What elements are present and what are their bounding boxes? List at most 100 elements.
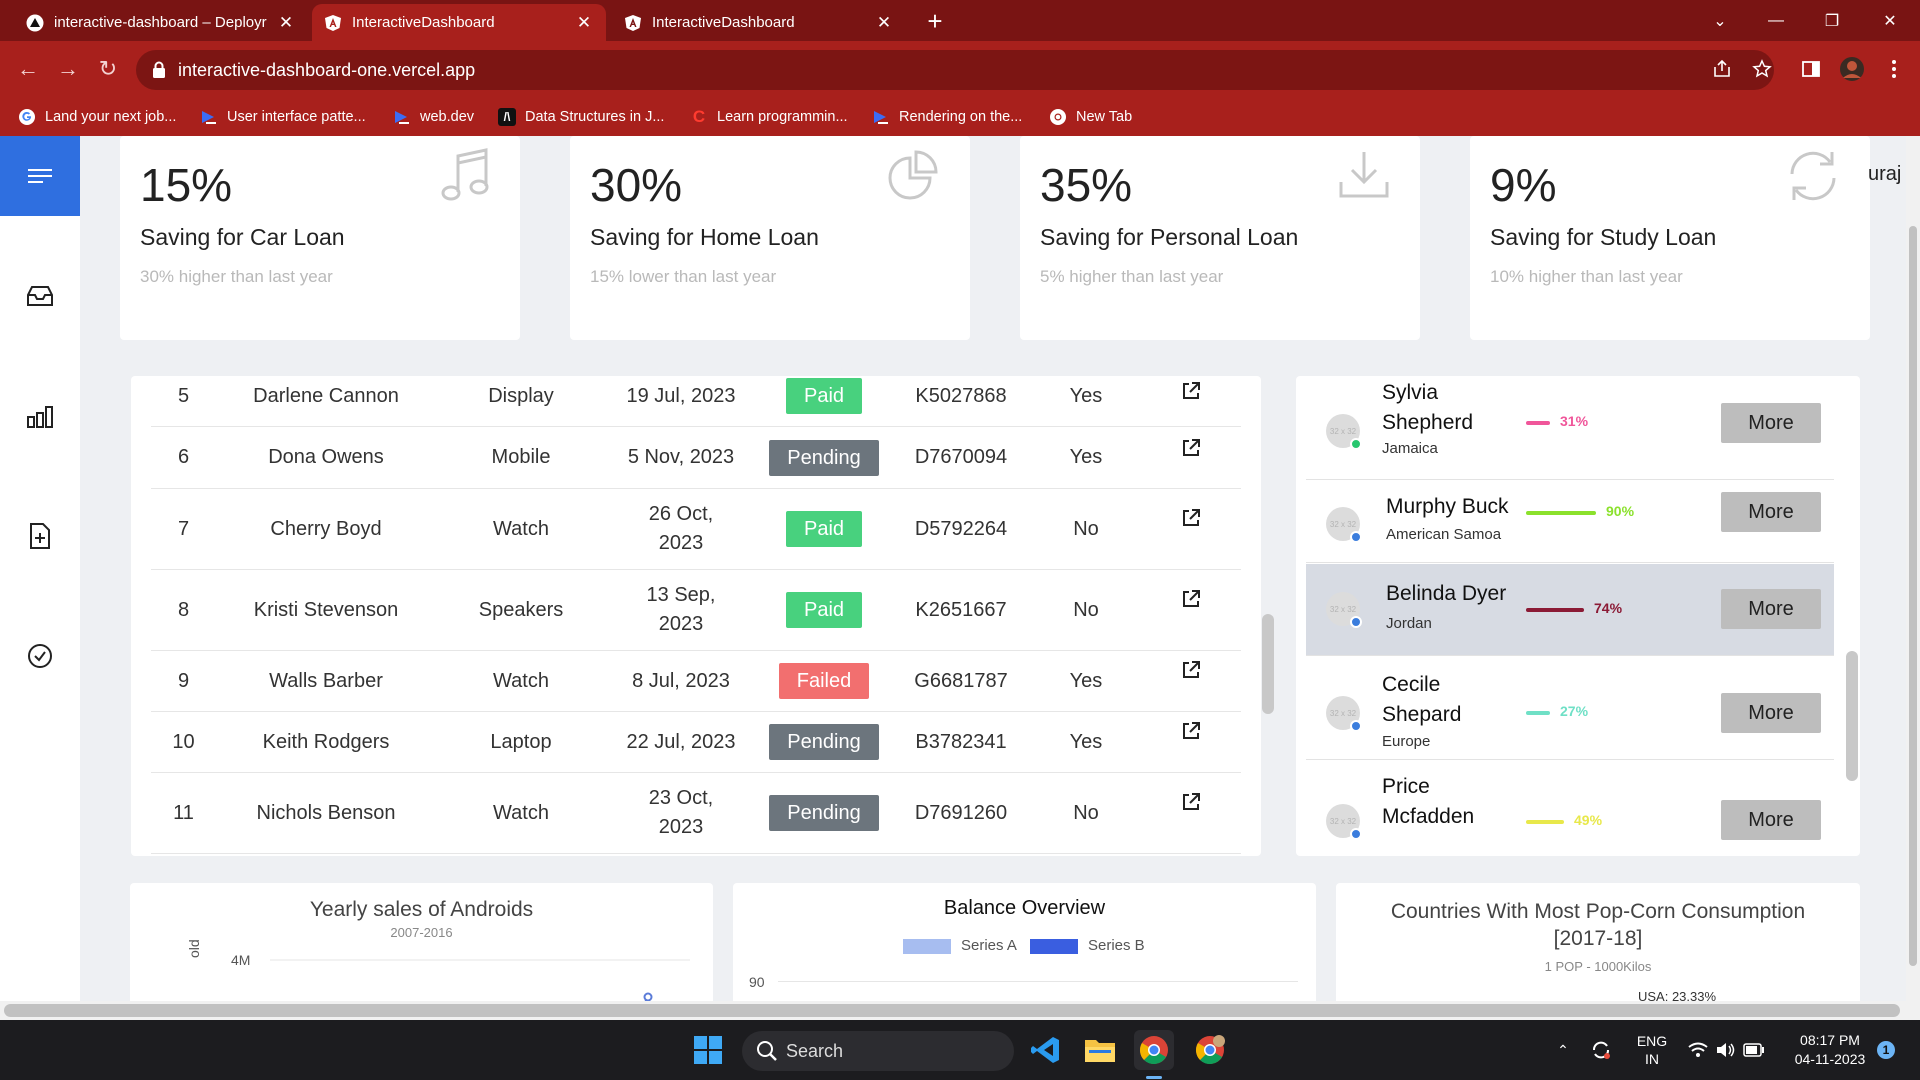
list-item[interactable]: 32 x 32 Cecile Shepard Europe 27% More xyxy=(1306,656,1834,760)
address-bar[interactable]: interactive-dashboard-one.vercel.app xyxy=(136,50,1774,90)
chevron-up-icon[interactable]: ⌃ xyxy=(1551,1020,1575,1080)
bookmark-item[interactable]: web.dev xyxy=(393,106,474,128)
language-indicator[interactable]: ENG IN xyxy=(1627,1020,1677,1080)
gridline xyxy=(778,981,1298,982)
progress-bar xyxy=(1526,608,1584,612)
share-icon[interactable] xyxy=(1708,55,1736,83)
wifi-icon[interactable] xyxy=(1686,1020,1710,1080)
volume-icon[interactable] xyxy=(1714,1020,1738,1080)
sales-line-plot xyxy=(270,959,690,1020)
list-scrollbar[interactable] xyxy=(1846,651,1858,781)
list-item[interactable]: 32 x 32 Murphy Buck American Samoa 90% M… xyxy=(1306,480,1834,563)
more-button[interactable]: More xyxy=(1721,800,1821,840)
bookmark-item[interactable]: New Tab xyxy=(1049,106,1132,128)
more-button[interactable]: More xyxy=(1721,589,1821,629)
bookmark-item[interactable]: Rendering on the... xyxy=(872,106,1022,128)
stat-percent: 9% xyxy=(1490,159,1557,211)
external-link-icon[interactable] xyxy=(1171,712,1211,772)
progress-percent: 90% xyxy=(1606,503,1635,519)
google-icon xyxy=(18,108,36,126)
notification-badge[interactable]: 1 xyxy=(1875,1020,1897,1080)
browser-tab[interactable]: InteractiveDashboard ✕ xyxy=(612,4,906,41)
kebab-menu-icon[interactable] xyxy=(1880,55,1908,83)
menu-toggle-button[interactable] xyxy=(0,136,80,216)
bookmark-item[interactable]: C Learn programmin... xyxy=(690,106,848,128)
more-button[interactable]: More xyxy=(1721,492,1821,532)
person-name: Murphy Buck xyxy=(1386,495,1509,518)
page-scrollbar[interactable] xyxy=(1906,136,1920,1020)
table-row[interactable]: 8 Kristi Stevenson Speakers 13 Sep, 2023… xyxy=(151,570,1241,651)
table-row[interactable]: 11 Nichols Benson Watch 23 Oct, 2023 Pen… xyxy=(151,773,1241,854)
taskbar-search[interactable]: Search xyxy=(742,1031,1014,1071)
stat-percent: 30% xyxy=(590,159,683,211)
tab-search-button[interactable]: ⌄ xyxy=(1692,0,1748,41)
external-link-icon[interactable] xyxy=(1171,773,1211,853)
sync-icon[interactable] xyxy=(1587,1020,1615,1080)
stat-subtitle: 10% higher than last year xyxy=(1490,267,1683,286)
stat-card: 9% Saving for Study Loan 10% higher than… xyxy=(1470,136,1870,340)
add-file-icon[interactable] xyxy=(22,518,58,554)
external-link-icon[interactable] xyxy=(1171,570,1211,650)
table-row[interactable]: 9 Walls Barber Watch 8 Jul, 2023 Failed … xyxy=(151,651,1241,712)
close-icon[interactable]: ✕ xyxy=(574,13,594,33)
browser-tab[interactable]: interactive-dashboard – Deployr ✕ xyxy=(14,4,308,41)
url-text: interactive-dashboard-one.vercel.app xyxy=(178,59,476,80)
avatar: 32 x 32 xyxy=(1326,804,1362,840)
status-badge: Paid xyxy=(785,511,863,547)
forward-button[interactable]: → xyxy=(52,53,84,85)
windows-taskbar: Search ⌃ ENG IN 08:17 PM 04-11-2023 1 xyxy=(0,1020,1920,1080)
stat-title: Saving for Car Loan xyxy=(140,224,345,250)
bar-chart-icon[interactable] xyxy=(22,398,58,434)
stat-subtitle: 5% higher than last year xyxy=(1040,267,1224,286)
status-badge: Pending xyxy=(769,724,879,760)
list-item-selected[interactable]: 32 x 32 Belinda Dyer Jordan 74% More xyxy=(1306,564,1834,656)
vscode-icon[interactable] xyxy=(1026,1030,1066,1070)
user-name[interactable]: uraj xyxy=(1868,163,1901,186)
avatar: 32 x 32 xyxy=(1326,592,1362,628)
external-link-icon[interactable] xyxy=(1171,427,1211,488)
stat-percent: 15% xyxy=(140,159,233,211)
new-tab-button[interactable]: + xyxy=(920,6,950,37)
close-icon[interactable]: ✕ xyxy=(874,13,894,33)
table-scrollbar[interactable] xyxy=(1262,614,1274,714)
bookmark-item[interactable]: /\ Data Structures in J... xyxy=(498,106,664,128)
chrome-profile-taskbar-icon[interactable] xyxy=(1190,1030,1230,1070)
list-item[interactable]: 32 x 32 Price Mcfadden 49% More xyxy=(1306,760,1834,856)
external-link-icon[interactable] xyxy=(1171,489,1211,569)
table-row[interactable]: 10 Keith Rodgers Laptop 22 Jul, 2023 Pen… xyxy=(151,712,1241,773)
check-circle-icon[interactable] xyxy=(22,638,58,674)
more-button[interactable]: More xyxy=(1721,403,1821,443)
legend-label: Series B xyxy=(1088,937,1145,954)
reload-button[interactable]: ↻ xyxy=(92,53,124,85)
chrome-taskbar-icon[interactable] xyxy=(1134,1030,1174,1070)
balance-overview-chart: Balance Overview Series A Series B 90 xyxy=(733,883,1316,1020)
bookmark-star-icon[interactable] xyxy=(1748,55,1776,83)
data-point xyxy=(643,992,653,1002)
list-item[interactable]: 32 x 32 Sylvia Shepherd Jamaica 31% More xyxy=(1306,376,1834,480)
external-link-icon[interactable] xyxy=(1171,376,1211,426)
angular-icon xyxy=(324,14,342,32)
bookmark-item[interactable]: Land your next job... xyxy=(18,106,176,128)
table-row[interactable]: 7 Cherry Boyd Watch 26 Oct, 2023 Paid D5… xyxy=(151,489,1241,570)
inbox-icon[interactable] xyxy=(22,278,58,314)
restore-button[interactable]: ❐ xyxy=(1804,0,1860,41)
file-explorer-icon[interactable] xyxy=(1080,1030,1120,1070)
windows-start-icon[interactable] xyxy=(688,1030,728,1070)
back-button[interactable]: ← xyxy=(12,53,44,85)
table-row[interactable]: 5 Darlene Cannon Display 19 Jul, 2023 Pa… xyxy=(151,376,1241,427)
bookmark-item[interactable]: User interface patte... xyxy=(200,106,366,128)
horizontal-scrollbar[interactable] xyxy=(4,1004,1900,1017)
battery-icon[interactable] xyxy=(1742,1020,1766,1080)
close-icon[interactable]: ✕ xyxy=(276,13,296,33)
minimize-button[interactable]: — xyxy=(1748,0,1804,41)
external-link-icon[interactable] xyxy=(1171,651,1211,711)
profile-avatar[interactable] xyxy=(1838,55,1866,83)
stat-subtitle: 15% lower than last year xyxy=(590,267,777,286)
table-row[interactable]: 6 Dona Owens Mobile 5 Nov, 2023 Pending … xyxy=(151,427,1241,489)
side-panel-icon[interactable] xyxy=(1797,55,1825,83)
person-location: Jamaica xyxy=(1382,440,1438,457)
browser-tab-active[interactable]: InteractiveDashboard ✕ xyxy=(312,4,606,41)
more-button[interactable]: More xyxy=(1721,693,1821,733)
clock[interactable]: 08:17 PM 04-11-2023 xyxy=(1782,1020,1878,1080)
close-window-button[interactable]: ✕ xyxy=(1862,0,1918,41)
